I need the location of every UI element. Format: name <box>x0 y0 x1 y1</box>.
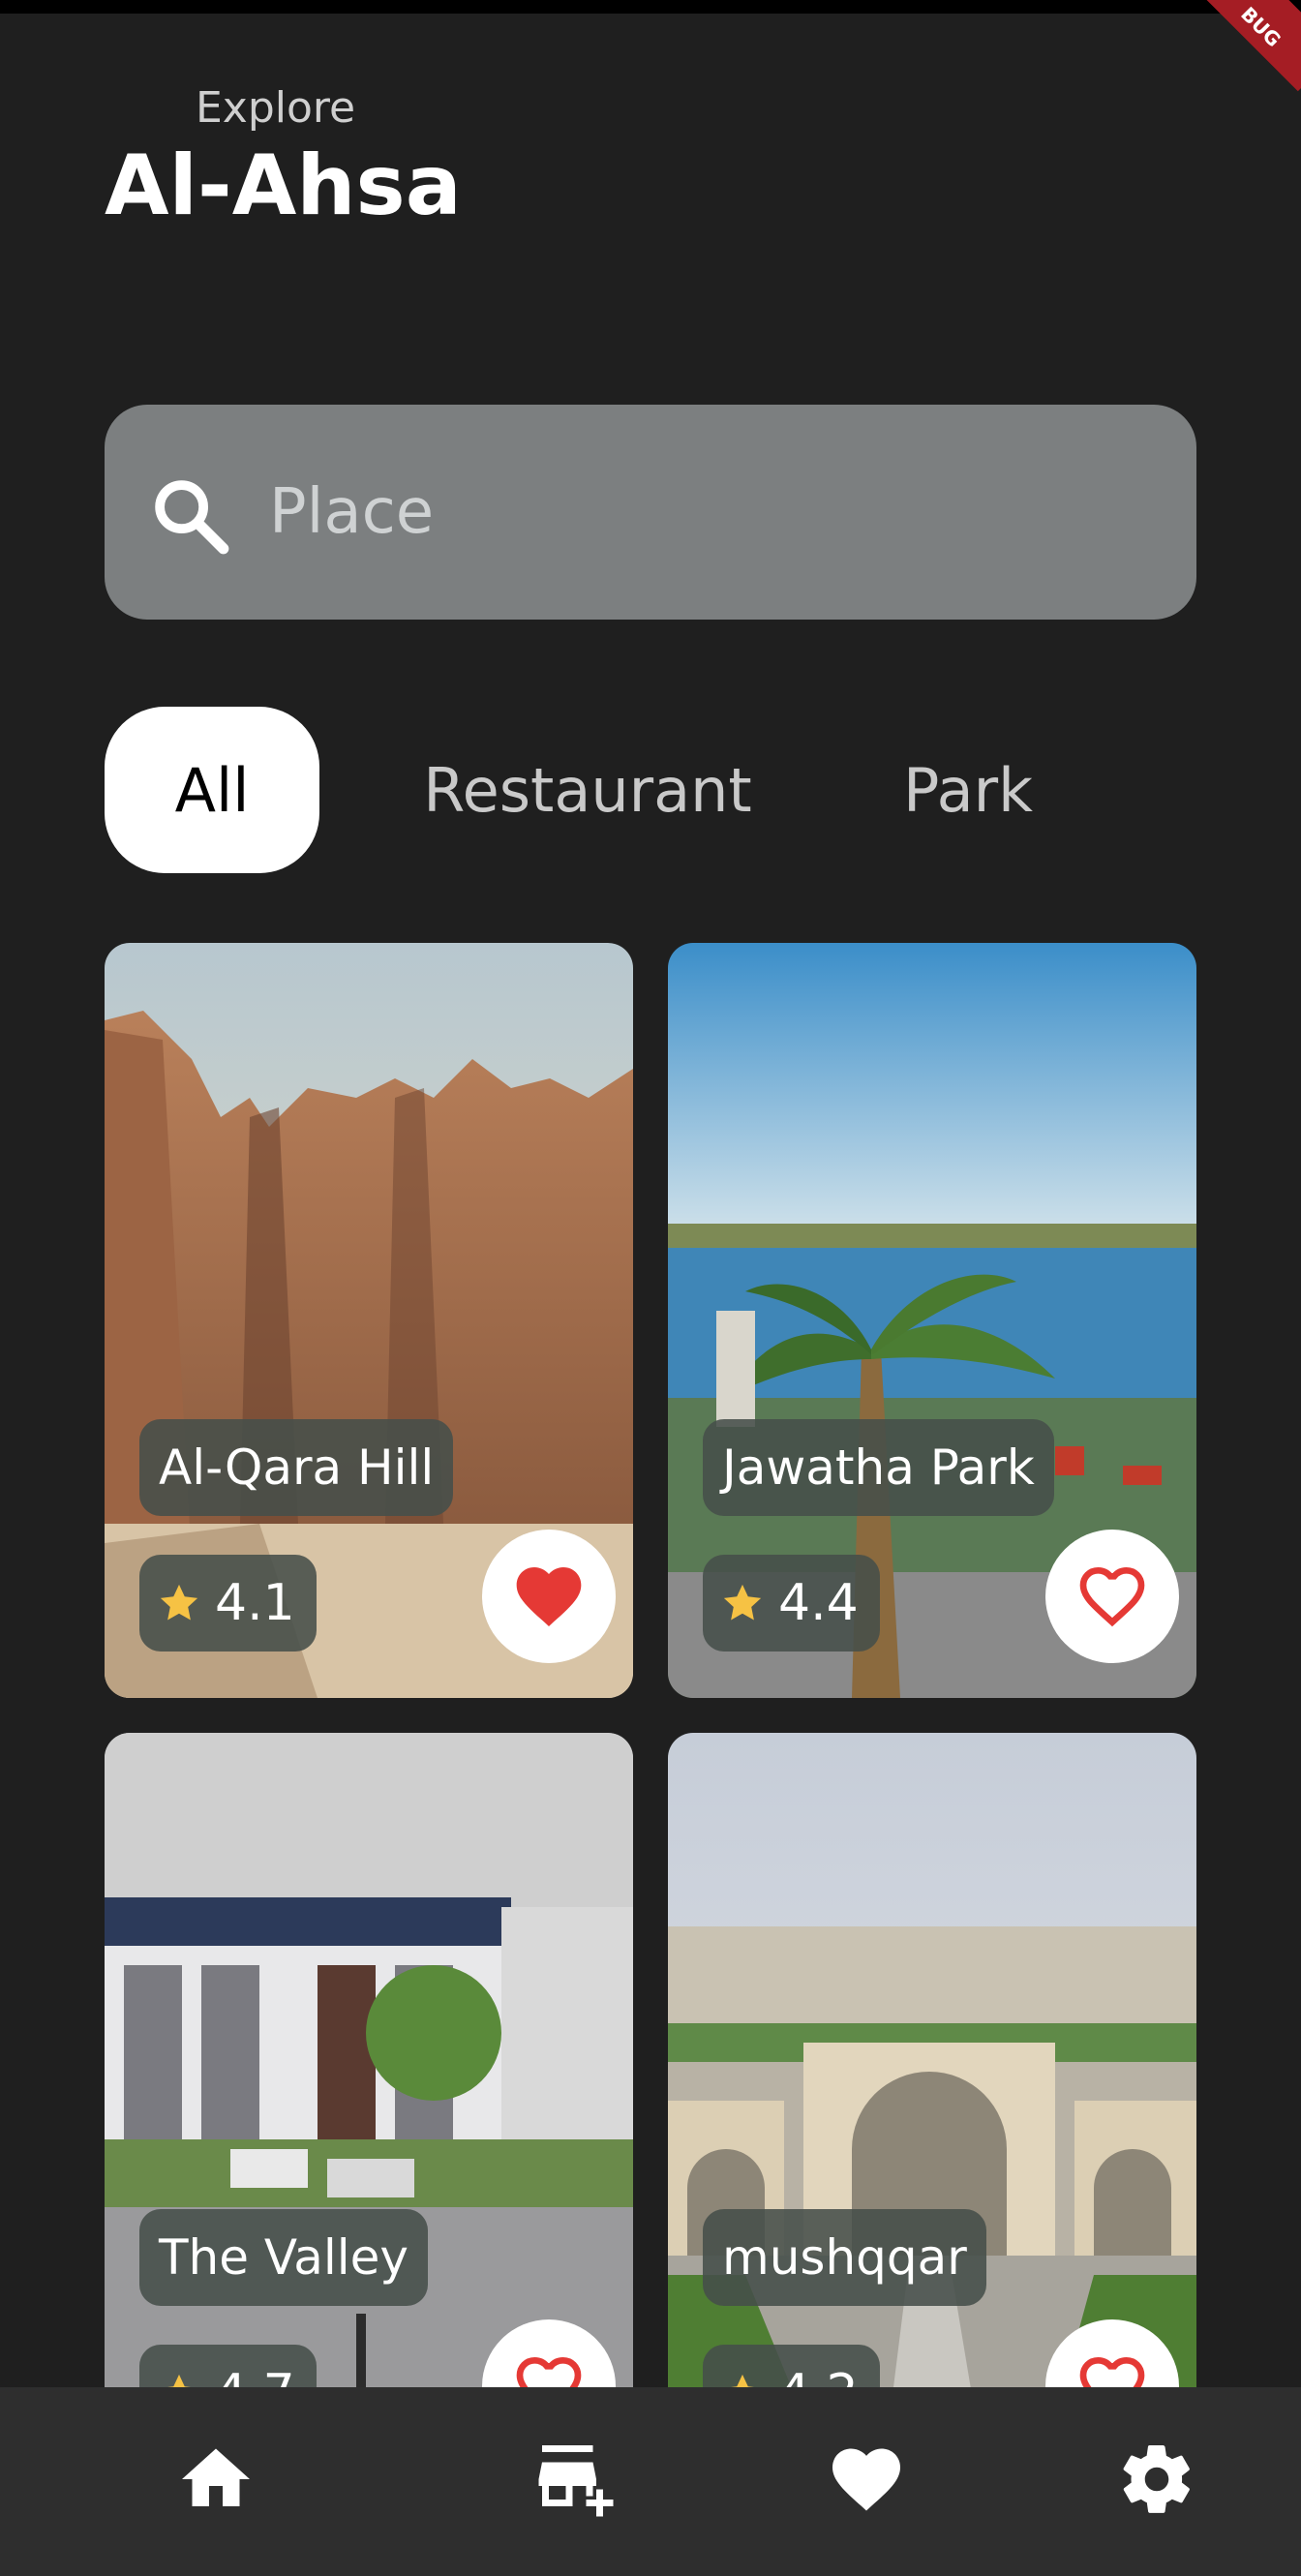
settings-icon <box>1123 2445 1190 2513</box>
place-name: Al-Qara Hill <box>139 1419 454 1516</box>
filter-chip-all[interactable]: All <box>105 707 319 873</box>
favorite-icon <box>832 2448 900 2511</box>
filter-chip-label: All <box>174 754 250 826</box>
filter-chip-label: Restaurant <box>423 754 752 826</box>
page-title: Al-Ahsa <box>105 137 462 234</box>
favorite-button[interactable] <box>482 1530 616 1663</box>
place-card[interactable]: The Valley 4.7 <box>105 1733 633 2488</box>
star-icon <box>160 1584 198 1621</box>
heart-filled-icon <box>516 1567 582 1626</box>
place-rating: 4.1 <box>139 1555 317 1652</box>
rating-value: 4.4 <box>778 1574 859 1632</box>
debug-banner-label: BUG <box>1236 2 1286 52</box>
place-card[interactable]: Jawatha Park 4.4 <box>668 943 1196 1698</box>
place-name: mushqqar <box>703 2209 986 2306</box>
search-icon <box>147 472 234 560</box>
status-bar <box>0 0 1301 14</box>
nav-favorites[interactable] <box>813 2426 920 2532</box>
filter-chip-park[interactable]: Park <box>891 707 1045 873</box>
place-card[interactable]: mushqqar 4.2 <box>668 1733 1196 2488</box>
heart-outline-icon <box>1079 1566 1145 1627</box>
search-bar[interactable] <box>105 405 1196 620</box>
debug-banner: BUG <box>1195 0 1301 92</box>
search-input[interactable] <box>267 453 1142 571</box>
bottom-navigation <box>0 2387 1301 2576</box>
place-card[interactable]: Al-Qara Hill 4.1 <box>105 943 633 1698</box>
place-name: Jawatha Park <box>703 1419 1054 1516</box>
nav-settings[interactable] <box>1104 2426 1210 2532</box>
rating-value: 4.1 <box>215 1574 295 1632</box>
place-rating: 4.4 <box>703 1555 880 1652</box>
page-subtitle: Explore <box>196 83 356 133</box>
favorite-button[interactable] <box>1045 1530 1179 1663</box>
place-name: The Valley <box>139 2209 428 2306</box>
home-icon <box>182 2448 250 2506</box>
filter-chip-restaurant[interactable]: Restaurant <box>422 707 753 873</box>
add-business-icon <box>538 2445 614 2517</box>
nav-add-place[interactable] <box>523 2426 629 2532</box>
filter-chip-label: Park <box>903 754 1033 826</box>
star-icon <box>723 1584 762 1621</box>
nav-home[interactable] <box>163 2426 269 2532</box>
